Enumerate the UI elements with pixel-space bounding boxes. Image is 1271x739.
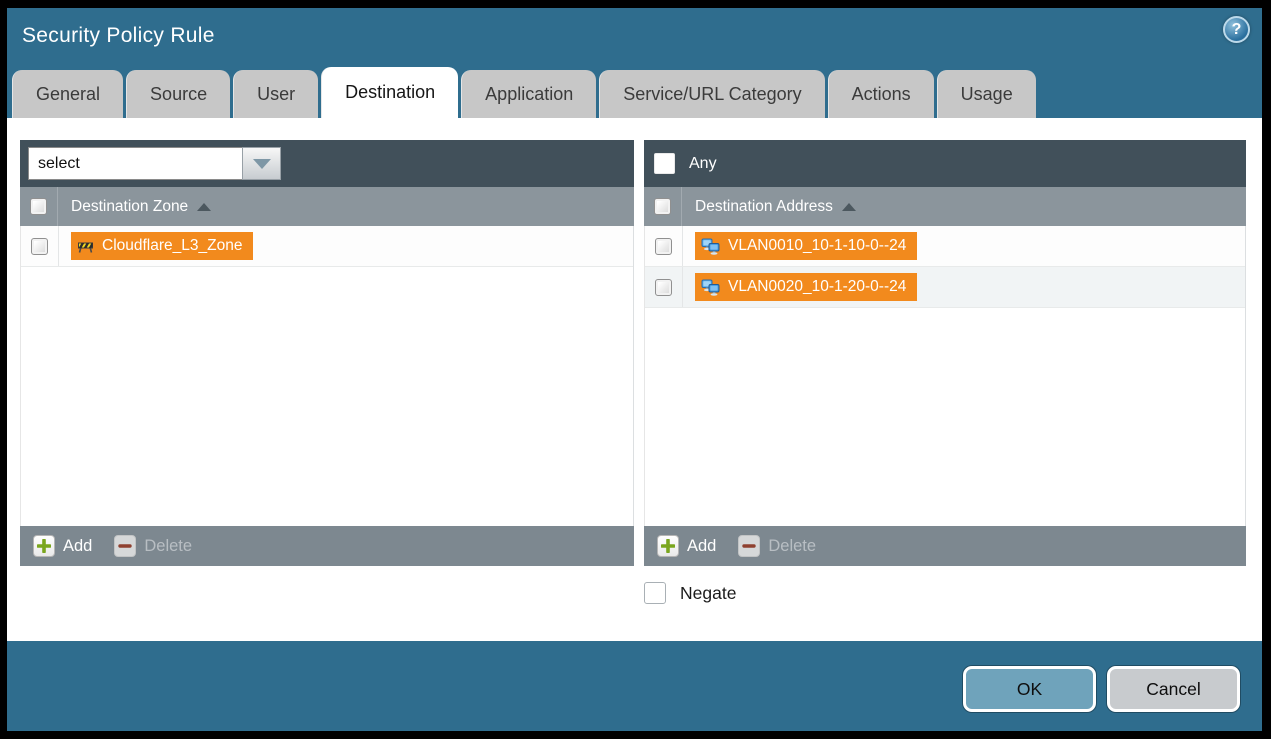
select-all-zones-checkbox[interactable] xyxy=(30,198,47,215)
address-row-checkbox[interactable] xyxy=(655,238,672,255)
plus-icon xyxy=(33,535,55,557)
any-checkbox[interactable] xyxy=(654,153,675,174)
dialog-titlebar: Security Policy Rule ? General Source Us… xyxy=(7,8,1262,118)
zone-delete-button[interactable]: Delete xyxy=(114,535,192,557)
address-delete-label: Delete xyxy=(768,537,816,556)
address-row-checkbox[interactable] xyxy=(655,279,672,296)
address-add-button[interactable]: Add xyxy=(657,535,716,557)
zone-row-checkbox[interactable] xyxy=(31,238,48,255)
zone-header-checkbox-cell xyxy=(20,187,58,226)
help-icon[interactable]: ? xyxy=(1223,16,1250,43)
tab-actions[interactable]: Actions xyxy=(828,70,934,118)
zone-panel-footer: Add Delete xyxy=(20,526,634,566)
tab-application[interactable]: Application xyxy=(461,70,596,118)
zone-table-header: Destination Zone xyxy=(20,187,634,226)
zone-select-combo xyxy=(28,147,281,180)
zone-row: Cloudflare_L3_Zone xyxy=(21,226,633,267)
zone-add-label: Add xyxy=(63,537,92,556)
zone-select-dropdown-button[interactable] xyxy=(242,147,281,180)
address-row-item[interactable]: VLAN0020_10-1-20-0--24 xyxy=(695,273,917,301)
address-row-label: VLAN0020_10-1-20-0--24 xyxy=(728,278,906,296)
address-row-checkbox-cell xyxy=(645,267,683,307)
network-icon xyxy=(701,279,720,296)
any-label: Any xyxy=(689,155,717,173)
address-table-header: Destination Address xyxy=(644,187,1246,226)
sort-ascending-icon xyxy=(197,203,211,211)
address-row: VLAN0010_10-1-10-0--24 xyxy=(645,226,1245,267)
dialog-title: Security Policy Rule xyxy=(22,24,215,48)
plus-icon xyxy=(657,535,679,557)
zone-delete-label: Delete xyxy=(144,537,192,556)
address-delete-button[interactable]: Delete xyxy=(738,535,816,557)
tab-general[interactable]: General xyxy=(12,70,123,118)
network-icon xyxy=(701,238,720,255)
zone-icon xyxy=(77,238,94,254)
dialog-footer: OK Cancel xyxy=(7,641,1262,731)
zone-row-item[interactable]: Cloudflare_L3_Zone xyxy=(71,232,253,260)
address-header-checkbox-cell xyxy=(644,187,682,226)
address-row: VLAN0020_10-1-20-0--24 xyxy=(645,267,1245,308)
negate-label: Negate xyxy=(680,583,736,604)
help-glyph: ? xyxy=(1232,21,1242,39)
tab-source[interactable]: Source xyxy=(126,70,230,118)
any-toggle[interactable]: Any xyxy=(652,153,717,174)
address-column-header-label: Destination Address xyxy=(695,198,833,216)
tab-usage[interactable]: Usage xyxy=(937,70,1036,118)
chevron-down-icon xyxy=(253,159,271,169)
address-row-label: VLAN0010_10-1-10-0--24 xyxy=(728,237,906,255)
address-panel-header: Any xyxy=(644,140,1246,187)
minus-icon xyxy=(738,535,760,557)
address-rows: VLAN0010_10-1-10-0--24 xyxy=(644,226,1246,526)
address-add-label: Add xyxy=(687,537,716,556)
zone-column-header-label: Destination Zone xyxy=(71,198,188,216)
tab-bar: General Source User Destination Applicat… xyxy=(12,67,1036,118)
tab-user[interactable]: User xyxy=(233,70,318,118)
zone-rows: Cloudflare_L3_Zone xyxy=(20,226,634,526)
address-row-item[interactable]: VLAN0010_10-1-10-0--24 xyxy=(695,232,917,260)
cancel-button[interactable]: Cancel xyxy=(1107,666,1240,712)
minus-icon xyxy=(114,535,136,557)
address-panel-footer: Add Delete xyxy=(644,526,1246,566)
zone-panel-header xyxy=(20,140,634,187)
zone-column-header[interactable]: Destination Zone xyxy=(71,187,211,226)
negate-checkbox[interactable] xyxy=(644,582,666,604)
address-column-header[interactable]: Destination Address xyxy=(695,187,856,226)
security-policy-rule-dialog: Security Policy Rule ? General Source Us… xyxy=(7,8,1262,731)
tab-content-destination: Destination Zone xyxy=(7,118,1262,641)
zone-row-checkbox-cell xyxy=(21,226,59,266)
select-all-addresses-checkbox[interactable] xyxy=(654,198,671,215)
tab-destination[interactable]: Destination xyxy=(321,67,458,118)
sort-ascending-icon xyxy=(842,203,856,211)
tab-service-url-category[interactable]: Service/URL Category xyxy=(599,70,824,118)
destination-address-panel: Any Destination Address xyxy=(644,140,1246,566)
address-row-checkbox-cell xyxy=(645,226,683,266)
ok-button[interactable]: OK xyxy=(963,666,1096,712)
negate-toggle[interactable]: Negate xyxy=(644,582,736,604)
zone-add-button[interactable]: Add xyxy=(33,535,92,557)
zone-select-input[interactable] xyxy=(28,147,242,180)
destination-zone-panel: Destination Zone xyxy=(20,140,634,566)
zone-row-label: Cloudflare_L3_Zone xyxy=(102,237,242,255)
